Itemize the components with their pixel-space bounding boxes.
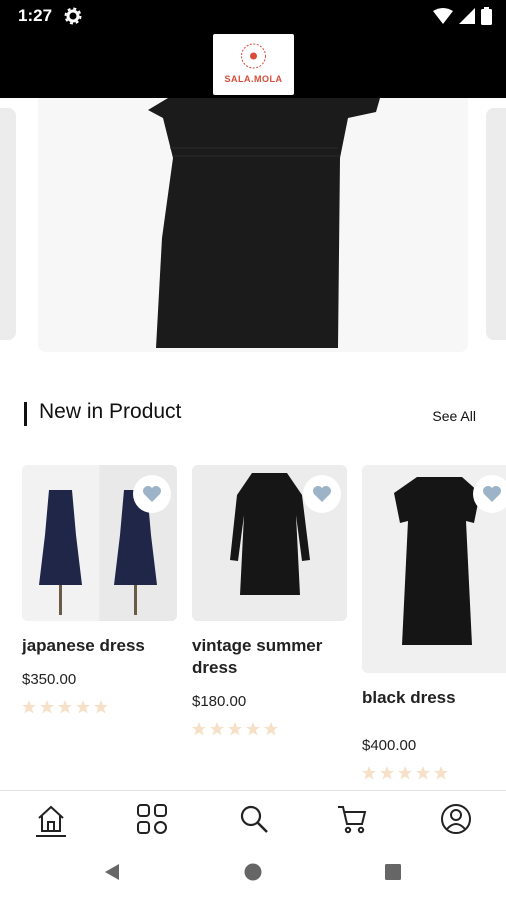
product-name[interactable]: black dress <box>362 687 506 709</box>
nav-active-indicator <box>36 835 66 837</box>
section-title: New in Product <box>39 400 182 423</box>
nav-cart[interactable] <box>332 799 372 839</box>
product-image[interactable] <box>362 465 506 673</box>
app-header: SALA.MOLA <box>0 32 506 98</box>
system-navigation <box>0 842 506 900</box>
banner-carousel[interactable] <box>0 98 506 358</box>
product-rating <box>362 766 506 780</box>
categories-icon <box>137 804 167 834</box>
system-back-button[interactable] <box>100 860 124 884</box>
product-image[interactable] <box>22 465 177 621</box>
favorite-button[interactable] <box>303 475 341 513</box>
star-icon <box>434 766 448 780</box>
product-name[interactable]: vintage summer dress <box>192 635 347 679</box>
product-rating <box>22 700 177 714</box>
nav-home[interactable] <box>31 799 71 839</box>
wifi-icon <box>433 8 453 29</box>
product-list[interactable]: japanese dress $350.00 vintage summer dr… <box>0 465 506 785</box>
heart-icon <box>313 486 331 502</box>
star-icon <box>362 766 376 780</box>
product-rating <box>192 722 347 736</box>
battery-icon <box>481 7 492 30</box>
settings-icon <box>64 7 82 30</box>
star-icon <box>94 700 108 714</box>
system-recents-button[interactable] <box>381 860 405 884</box>
product-card[interactable]: black dress $400.00 <box>362 465 506 780</box>
home-icon <box>38 805 64 832</box>
recents-icon <box>385 864 401 880</box>
star-icon <box>58 700 72 714</box>
star-icon <box>246 722 260 736</box>
product-image[interactable] <box>192 465 347 621</box>
see-all-link[interactable]: See All <box>432 408 476 424</box>
heart-icon <box>143 486 161 502</box>
section-accent-bar <box>24 402 27 426</box>
status-bar: 1:27 <box>0 0 506 32</box>
product-price: $350.00 <box>22 671 77 688</box>
brand-logo[interactable]: SALA.MOLA <box>213 34 294 95</box>
logo-mark-icon <box>241 43 266 69</box>
star-icon <box>380 766 394 780</box>
search-icon <box>240 805 268 833</box>
banner-slide-current[interactable] <box>38 98 468 352</box>
signal-icon <box>459 8 475 29</box>
star-icon <box>76 700 90 714</box>
home-circle-icon <box>244 863 262 881</box>
product-price: $180.00 <box>192 693 247 710</box>
star-icon <box>40 700 54 714</box>
account-icon <box>441 804 471 834</box>
bottom-navigation <box>0 790 506 843</box>
banner-dress-image <box>38 98 468 352</box>
product-card[interactable]: vintage summer dress $180.00 <box>192 465 347 736</box>
star-icon <box>264 722 278 736</box>
favorite-button[interactable] <box>473 475 506 513</box>
favorite-button[interactable] <box>133 475 171 513</box>
star-icon <box>192 722 206 736</box>
system-home-button[interactable] <box>241 860 265 884</box>
status-icons <box>433 7 492 30</box>
nav-search[interactable] <box>234 799 274 839</box>
nav-categories[interactable] <box>132 799 172 839</box>
back-icon <box>105 864 119 880</box>
heart-icon <box>483 486 501 502</box>
product-card[interactable]: japanese dress $350.00 <box>22 465 177 714</box>
star-icon <box>228 722 242 736</box>
logo-text: SALA.MOLA <box>224 74 283 84</box>
banner-slide-prev[interactable] <box>0 108 16 340</box>
cart-icon <box>338 806 367 834</box>
section-header: New in Product See All <box>24 398 484 430</box>
star-icon <box>398 766 412 780</box>
product-price: $400.00 <box>362 737 417 754</box>
product-name[interactable]: japanese dress <box>22 635 177 657</box>
star-icon <box>416 766 430 780</box>
status-time: 1:27 <box>18 6 53 25</box>
star-icon <box>22 700 36 714</box>
banner-slide-next[interactable] <box>486 108 506 340</box>
nav-account[interactable] <box>436 799 476 839</box>
star-icon <box>210 722 224 736</box>
